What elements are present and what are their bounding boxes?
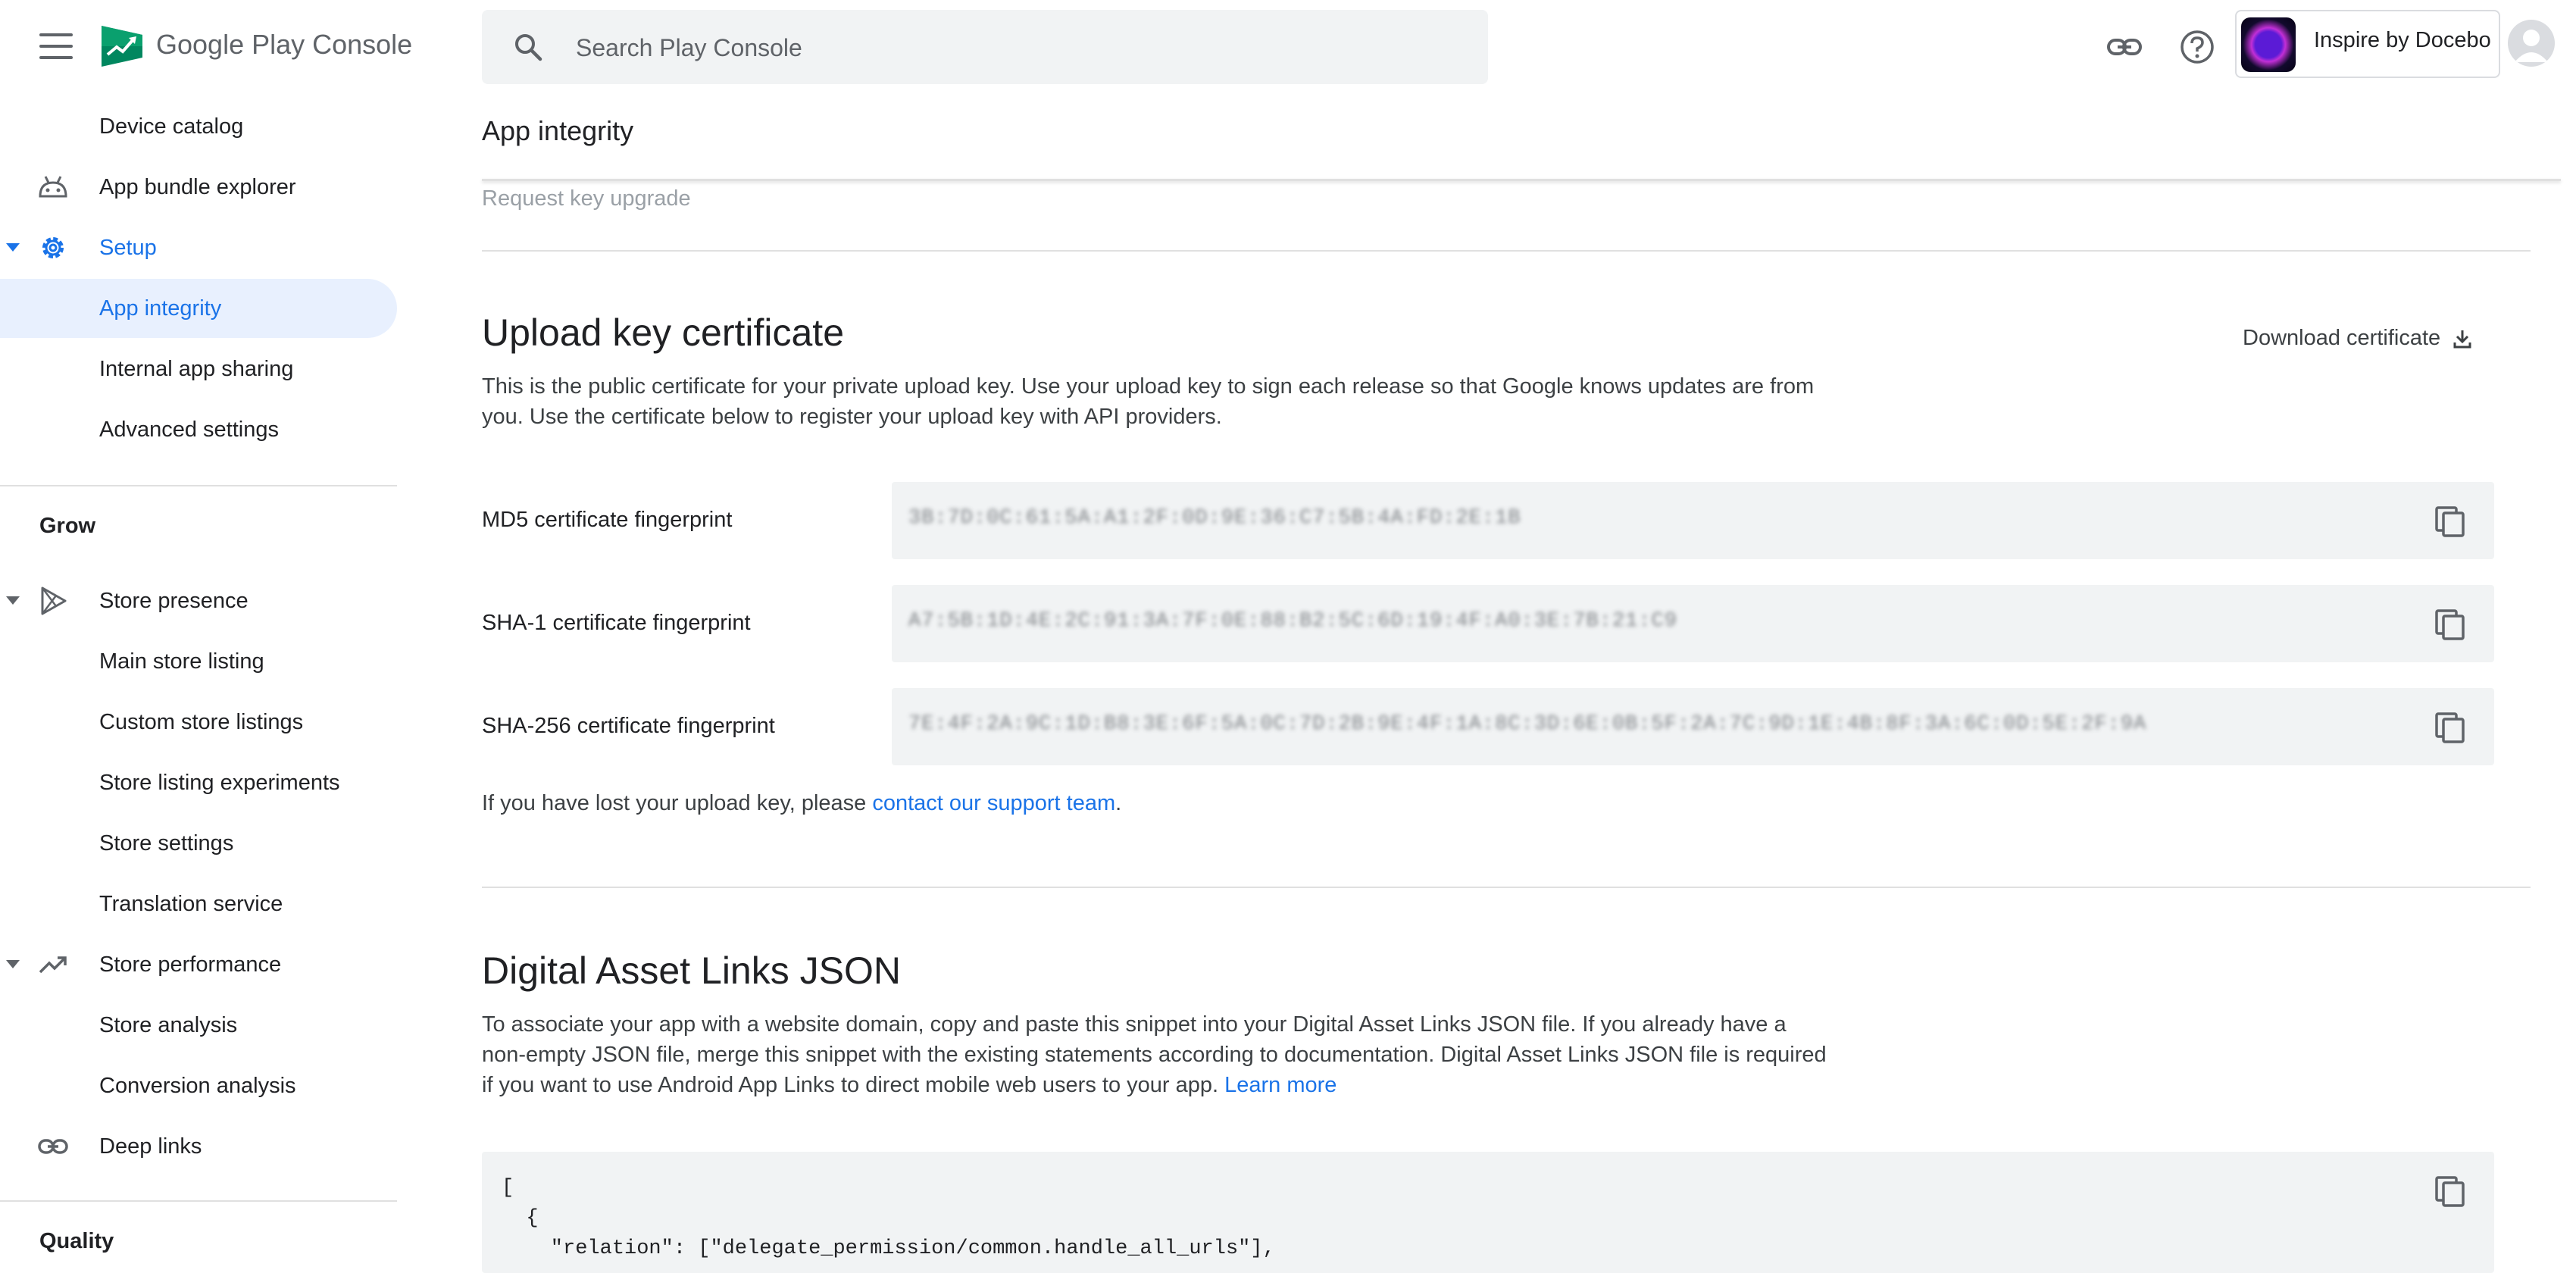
section-divider [482,250,2531,252]
sha1-fingerprint-field: A7:5B:1D:4E:2C:91:3A:7F:0E:88:B2:5C:6D:1… [892,585,2494,662]
chevron-down-icon [6,596,20,605]
sidebar-item-custom-store-listings[interactable]: Custom store listings [0,693,397,752]
sha1-fingerprint-value: A7:5B:1D:4E:2C:91:3A:7F:0E:88:B2:5C:6D:1… [908,610,1677,633]
sidebar-item-translation-service[interactable]: Translation service [0,874,397,934]
header-divider [482,179,2561,181]
app-icon [2241,17,2296,72]
account-switcher[interactable]: Inspire by Docebo [2235,10,2500,78]
link-icon[interactable] [2105,27,2144,67]
section-divider [482,887,2531,888]
asset-links-title: Digital Asset Links JSON [482,949,901,992]
sidebar-item-store-settings[interactable]: Store settings [0,814,397,873]
help-icon[interactable] [2177,27,2217,67]
android-icon [38,172,68,202]
search-icon [512,31,544,63]
page-title: App integrity [482,115,634,146]
sidebar-item-store-presence[interactable]: Store presence [0,571,397,630]
brand-name: Google Play Console [156,29,413,60]
play-console-logo-icon[interactable] [98,23,145,70]
copy-icon[interactable] [2434,505,2467,538]
search-input[interactable] [574,28,1449,67]
sidebar-item-app-bundle-explorer[interactable]: App bundle explorer [0,158,397,217]
copy-icon[interactable] [2434,711,2467,744]
sha1-label: SHA-1 certificate fingerprint [482,611,751,635]
sidebar-item-store-analysis[interactable]: Store analysis [0,996,397,1055]
upload-key-description: This is the public certificate for your … [482,374,1815,429]
md5-fingerprint-field: 3B:7D:0C:61:5A:A1:2F:0D:9E:36:C7:5B:4A:F… [892,482,2494,559]
asset-links-code: [ { "relation": ["delegate_permission/co… [502,1177,1275,1260]
upload-key-title: Upload key certificate [482,311,845,354]
sidebar-item-store-listing-experiments[interactable]: Store listing experiments [0,753,397,812]
chevron-down-icon [6,960,20,968]
play-icon [38,586,68,616]
md5-fingerprint-value: 3B:7D:0C:61:5A:A1:2F:0D:9E:36:C7:5B:4A:F… [908,507,1521,530]
learn-more-link[interactable]: Learn more [1224,1073,1336,1097]
sidebar-item-advanced-settings[interactable]: Advanced settings [0,400,397,459]
asset-links-description: To associate your app with a website dom… [482,1012,1827,1097]
sidebar-item-conversion-analysis[interactable]: Conversion analysis [0,1056,397,1115]
sidebar-item-device-catalog[interactable]: Device catalog [0,97,397,156]
sha256-fingerprint-field: 7E:4F:2A:9C:1D:B8:3E:6F:5A:0C:7D:2B:9E:4… [892,688,2494,765]
link-icon [38,1131,68,1162]
chevron-down-icon [6,243,20,252]
trending-up-icon [38,949,68,980]
account-app-name: Inspire by Docebo [2314,28,2491,52]
contact-support-link[interactable]: contact our support team [872,791,1115,815]
section-title-quality: Quality [39,1229,114,1253]
sidebar: Google Play Console Device catalog App b… [0,0,412,1253]
copy-icon[interactable] [2434,1174,2467,1208]
sidebar-item-internal-app-sharing[interactable]: Internal app sharing [0,339,397,399]
download-icon [2453,330,2471,349]
request-key-upgrade-link[interactable]: Request key upgrade [482,186,691,211]
avatar[interactable] [2508,20,2555,67]
section-title-grow: Grow [39,514,96,538]
sidebar-item-deep-links[interactable]: Deep links [0,1117,397,1176]
sidebar-item-store-performance[interactable]: Store performance [0,935,397,994]
download-certificate-label: Download certificate [2243,326,2441,350]
copy-icon[interactable] [2434,608,2467,641]
sha256-label: SHA-256 certificate fingerprint [482,714,775,738]
sha256-fingerprint-value: 7E:4F:2A:9C:1D:B8:3E:6F:5A:0C:7D:2B:9E:4… [908,713,2147,736]
menu-icon[interactable] [39,33,73,59]
sidebar-item-main-store-listing[interactable]: Main store listing [0,632,397,691]
sidebar-item-setup[interactable]: Setup [0,218,397,277]
gear-icon [38,233,68,263]
search-bar[interactable] [482,10,1488,84]
download-certificate-button[interactable]: Download certificate [2243,326,2474,351]
sidebar-divider [0,485,397,486]
md5-label: MD5 certificate fingerprint [482,508,733,532]
sidebar-divider [0,1200,397,1202]
lost-key-text: If you have lost your upload key, please… [482,791,1122,815]
sidebar-item-app-integrity[interactable]: App integrity [0,279,397,338]
asset-links-code-block: [ { "relation": ["delegate_permission/co… [482,1152,2494,1273]
